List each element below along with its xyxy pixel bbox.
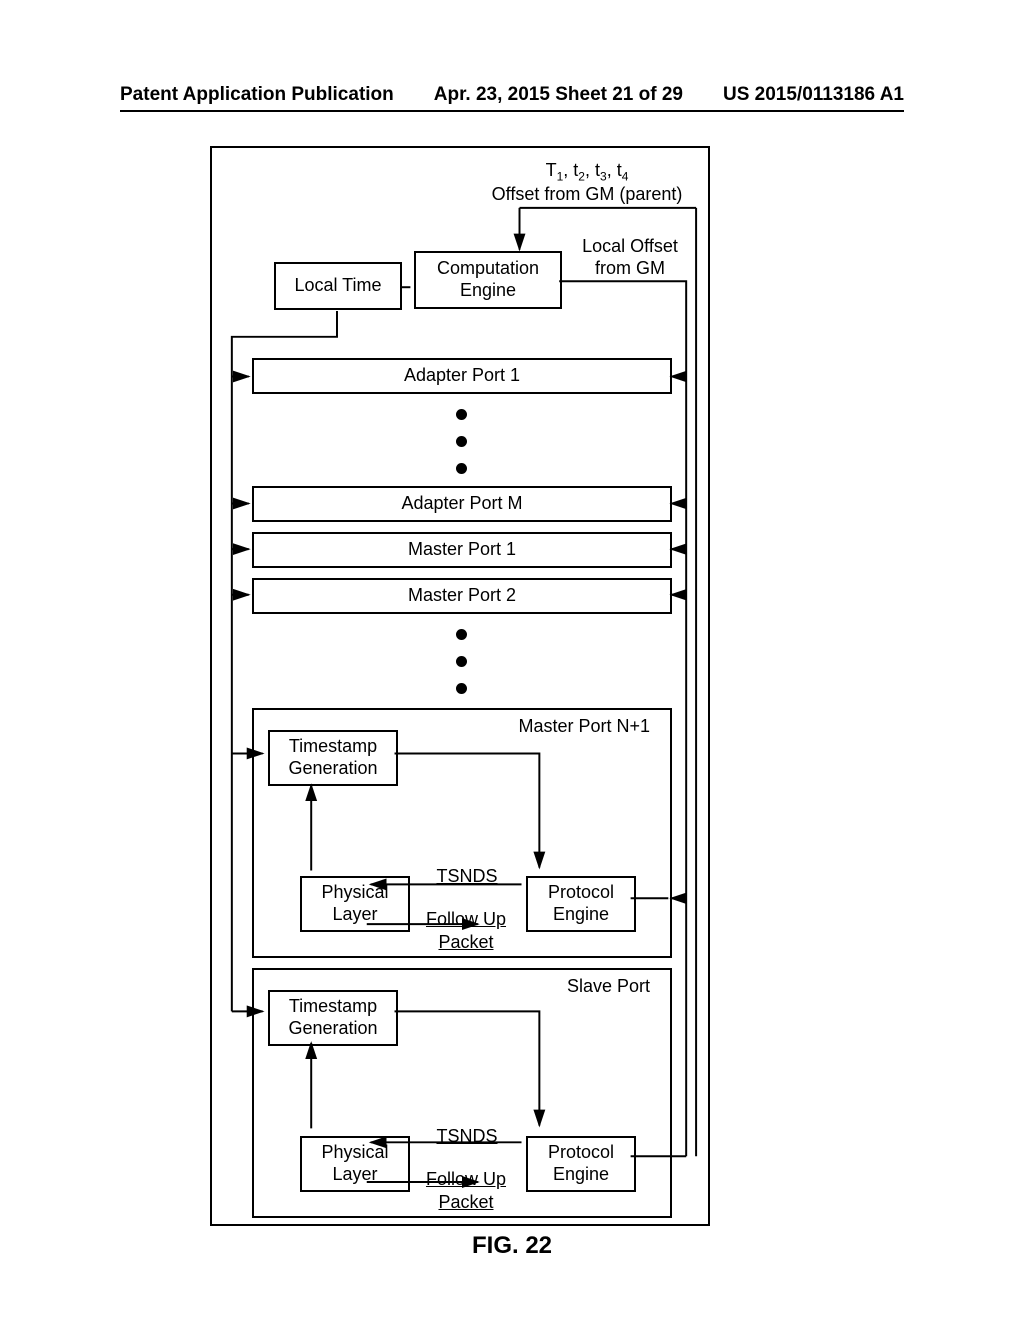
master-port-n1-title: Master Port N+1: [470, 716, 650, 738]
page-header: Patent Application Publication Apr. 23, …: [0, 84, 1024, 106]
ellipsis-dot: [456, 463, 467, 474]
packet-label: Packet: [416, 1192, 516, 1214]
diagram-frame: T1, t2, t3, t4 Offset from GM (parent) L…: [210, 146, 710, 1226]
header-rule: [120, 110, 904, 112]
master-port-2: Master Port 2: [252, 578, 672, 614]
slave-port-container: Slave Port Timestamp Generation Physical…: [252, 968, 672, 1218]
ellipsis-dot: [456, 409, 467, 420]
figure-label: FIG. 22: [0, 1232, 1024, 1260]
header-left: Patent Application Publication: [120, 84, 394, 106]
protocol-engine-box: Protocol Engine: [526, 876, 636, 932]
ellipsis-dot: [456, 656, 467, 667]
local-offset-label: Local Offset from GM: [570, 236, 690, 279]
timestamps-t1t4: T1, t2, t3, t4: [546, 160, 629, 180]
physical-layer-box: Physical Layer: [300, 876, 410, 932]
computation-engine-label: Computation Engine: [416, 258, 560, 301]
header-center: Apr. 23, 2015 Sheet 21 of 29: [434, 84, 683, 106]
followup-label: Follow Up: [416, 909, 516, 931]
ellipsis-dot: [456, 629, 467, 640]
followup-label: Follow Up: [416, 1169, 516, 1191]
local-time-box: Local Time: [274, 262, 402, 310]
physical-layer-box: Physical Layer: [300, 1136, 410, 1192]
packet-label: Packet: [416, 932, 516, 954]
timestamp-generation-box: Timestamp Generation: [268, 990, 398, 1046]
slave-port-title: Slave Port: [510, 976, 650, 998]
protocol-engine-box: Protocol Engine: [526, 1136, 636, 1192]
adapter-port-m: Adapter Port M: [252, 486, 672, 522]
ellipsis-dot: [456, 683, 467, 694]
header-right: US 2015/0113186 A1: [723, 84, 904, 106]
master-port-n1-container: Master Port N+1 Timestamp Generation Phy…: [252, 708, 672, 958]
timestamp-generation-box: Timestamp Generation: [268, 730, 398, 786]
master-port-1: Master Port 1: [252, 532, 672, 568]
adapter-port-1: Adapter Port 1: [252, 358, 672, 394]
offset-from-gm-parent: Offset from GM (parent): [492, 184, 683, 204]
ellipsis-dot: [456, 436, 467, 447]
timestamps-label: T1, t2, t3, t4 Offset from GM (parent): [472, 160, 702, 206]
computation-engine-box: Computation Engine: [414, 251, 562, 309]
tsnds-label: TSNDS: [422, 866, 512, 888]
tsnds-label: TSNDS: [422, 1126, 512, 1148]
